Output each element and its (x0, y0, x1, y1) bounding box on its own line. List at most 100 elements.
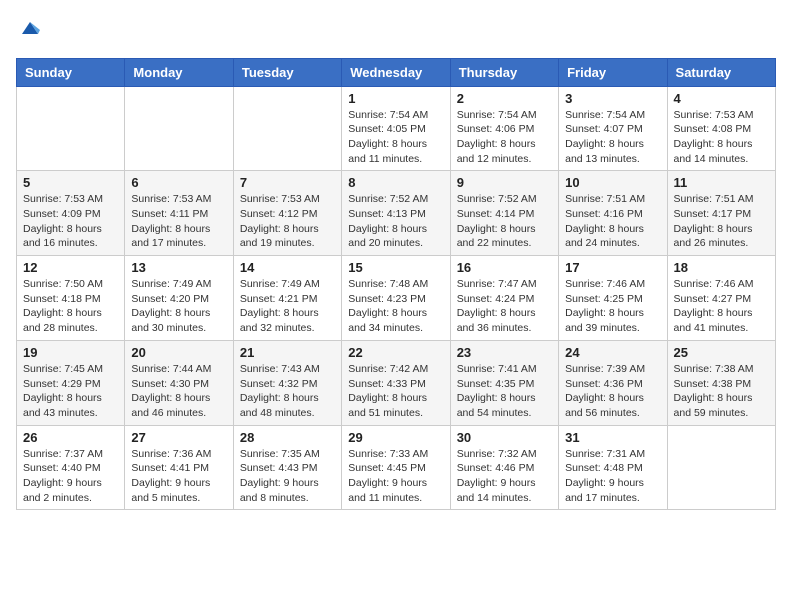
day-info: Sunrise: 7:41 AMSunset: 4:35 PMDaylight:… (457, 362, 552, 421)
day-number: 27 (131, 430, 226, 445)
calendar-day-cell: 18Sunrise: 7:46 AMSunset: 4:27 PMDayligh… (667, 256, 775, 341)
day-number: 22 (348, 345, 443, 360)
day-number: 29 (348, 430, 443, 445)
calendar-day-cell: 13 Sunrise: 7:49 AMSunset: 4:20 PMDayligh… (125, 256, 233, 341)
calendar-day-cell: 15Sunrise: 7:48 AMSunset: 4:23 PMDayligh… (342, 256, 450, 341)
day-info: Sunrise: 7:54 AMSunset: 4:07 PMDaylight:… (565, 108, 660, 167)
calendar-week-row: 1 Sunrise: 7:54 AMSunset: 4:05 PMDaylight… (17, 86, 776, 171)
day-number: 21 (240, 345, 335, 360)
calendar-day-cell: 8Sunrise: 7:52 AMSunset: 4:13 PMDaylight… (342, 171, 450, 256)
calendar-header-row: SundayMondayTuesdayWednesdayThursdayFrid… (17, 58, 776, 86)
day-info: Sunrise: 7:43 AMSunset: 4:32 PMDaylight:… (240, 362, 335, 421)
day-number: 12 (23, 260, 118, 275)
day-number: 4 (674, 91, 769, 106)
calendar-day-cell: 23 Sunrise: 7:41 AMSunset: 4:35 PMDayligh… (450, 340, 558, 425)
calendar-day-cell: 3 Sunrise: 7:54 AMSunset: 4:07 PMDaylight… (559, 86, 667, 171)
day-info: Sunrise: 7:46 AMSunset: 4:27 PMDaylight:… (674, 277, 769, 336)
day-number: 24 (565, 345, 660, 360)
day-number: 23 (457, 345, 552, 360)
day-info: Sunrise: 7:38 AMSunset: 4:38 PMDaylight:… (674, 362, 769, 421)
calendar-day-cell: 26 Sunrise: 7:37 AMSunset: 4:40 PMDayligh… (17, 425, 125, 510)
day-info: Sunrise: 7:36 AMSunset: 4:41 PMDaylight:… (131, 447, 226, 506)
calendar-day-cell: 16 Sunrise: 7:47 AMSunset: 4:24 PMDayligh… (450, 256, 558, 341)
day-number: 25 (674, 345, 769, 360)
day-number: 10 (565, 175, 660, 190)
day-info: Sunrise: 7:54 AMSunset: 4:06 PMDaylight:… (457, 108, 552, 167)
calendar-day-cell: 25 Sunrise: 7:38 AMSunset: 4:38 PMDayligh… (667, 340, 775, 425)
day-info: Sunrise: 7:31 AMSunset: 4:48 PMDaylight:… (565, 447, 660, 506)
day-number: 14 (240, 260, 335, 275)
day-number: 1 (348, 91, 443, 106)
day-info: Sunrise: 7:49 AMSunset: 4:20 PMDaylight:… (131, 277, 226, 336)
calendar-day-cell (17, 86, 125, 171)
day-info: Sunrise: 7:53 AMSunset: 4:11 PMDaylight:… (131, 192, 226, 251)
calendar-week-row: 12 Sunrise: 7:50 AMSunset: 4:18 PMDayligh… (17, 256, 776, 341)
calendar-week-row: 5Sunrise: 7:53 AMSunset: 4:09 PMDaylight… (17, 171, 776, 256)
day-info: Sunrise: 7:44 AMSunset: 4:30 PMDaylight:… (131, 362, 226, 421)
calendar-day-cell: 30 Sunrise: 7:32 AMSunset: 4:46 PMDayligh… (450, 425, 558, 510)
day-of-week-header: Wednesday (342, 58, 450, 86)
day-number: 11 (674, 175, 769, 190)
calendar-day-cell (667, 425, 775, 510)
calendar-day-cell: 19 Sunrise: 7:45 AMSunset: 4:29 PMDayligh… (17, 340, 125, 425)
day-info: Sunrise: 7:37 AMSunset: 4:40 PMDaylight:… (23, 447, 118, 506)
day-number: 3 (565, 91, 660, 106)
calendar-day-cell: 31 Sunrise: 7:31 AMSunset: 4:48 PMDayligh… (559, 425, 667, 510)
day-number: 13 (131, 260, 226, 275)
calendar-day-cell: 5Sunrise: 7:53 AMSunset: 4:09 PMDaylight… (17, 171, 125, 256)
day-of-week-header: Monday (125, 58, 233, 86)
day-number: 30 (457, 430, 552, 445)
day-number: 31 (565, 430, 660, 445)
logo (16, 16, 42, 46)
calendar-day-cell: 14 Sunrise: 7:49 AMSunset: 4:21 PMDayligh… (233, 256, 341, 341)
day-number: 7 (240, 175, 335, 190)
calendar-day-cell: 27 Sunrise: 7:36 AMSunset: 4:41 PMDayligh… (125, 425, 233, 510)
day-info: Sunrise: 7:51 AMSunset: 4:17 PMDaylight:… (674, 192, 769, 251)
calendar-table: SundayMondayTuesdayWednesdayThursdayFrid… (16, 58, 776, 511)
day-info: Sunrise: 7:49 AMSunset: 4:21 PMDaylight:… (240, 277, 335, 336)
calendar-day-cell: 21 Sunrise: 7:43 AMSunset: 4:32 PMDayligh… (233, 340, 341, 425)
calendar-day-cell: 10 Sunrise: 7:51 AMSunset: 4:16 PMDayligh… (559, 171, 667, 256)
calendar-day-cell: 9 Sunrise: 7:52 AMSunset: 4:14 PMDaylight… (450, 171, 558, 256)
day-info: Sunrise: 7:52 AMSunset: 4:14 PMDaylight:… (457, 192, 552, 251)
day-info: Sunrise: 7:45 AMSunset: 4:29 PMDaylight:… (23, 362, 118, 421)
day-of-week-header: Sunday (17, 58, 125, 86)
day-info: Sunrise: 7:53 AMSunset: 4:09 PMDaylight:… (23, 192, 118, 251)
day-info: Sunrise: 7:53 AMSunset: 4:12 PMDaylight:… (240, 192, 335, 251)
day-info: Sunrise: 7:32 AMSunset: 4:46 PMDaylight:… (457, 447, 552, 506)
day-of-week-header: Thursday (450, 58, 558, 86)
day-info: Sunrise: 7:47 AMSunset: 4:24 PMDaylight:… (457, 277, 552, 336)
day-info: Sunrise: 7:51 AMSunset: 4:16 PMDaylight:… (565, 192, 660, 251)
day-number: 6 (131, 175, 226, 190)
calendar-day-cell (233, 86, 341, 171)
day-of-week-header: Tuesday (233, 58, 341, 86)
day-number: 20 (131, 345, 226, 360)
calendar-day-cell: 24 Sunrise: 7:39 AMSunset: 4:36 PMDayligh… (559, 340, 667, 425)
calendar-day-cell: 17Sunrise: 7:46 AMSunset: 4:25 PMDayligh… (559, 256, 667, 341)
calendar-day-cell: 22 Sunrise: 7:42 AMSunset: 4:33 PMDayligh… (342, 340, 450, 425)
calendar-day-cell: 7 Sunrise: 7:53 AMSunset: 4:12 PMDaylight… (233, 171, 341, 256)
calendar-day-cell: 1 Sunrise: 7:54 AMSunset: 4:05 PMDaylight… (342, 86, 450, 171)
day-info: Sunrise: 7:46 AMSunset: 4:25 PMDaylight:… (565, 277, 660, 336)
day-number: 16 (457, 260, 552, 275)
day-number: 15 (348, 260, 443, 275)
day-number: 28 (240, 430, 335, 445)
day-number: 8 (348, 175, 443, 190)
day-number: 19 (23, 345, 118, 360)
calendar-day-cell (125, 86, 233, 171)
day-number: 2 (457, 91, 552, 106)
day-info: Sunrise: 7:53 AMSunset: 4:08 PMDaylight:… (674, 108, 769, 167)
calendar-day-cell: 20 Sunrise: 7:44 AMSunset: 4:30 PMDayligh… (125, 340, 233, 425)
day-info: Sunrise: 7:39 AMSunset: 4:36 PMDaylight:… (565, 362, 660, 421)
calendar-week-row: 26 Sunrise: 7:37 AMSunset: 4:40 PMDayligh… (17, 425, 776, 510)
day-info: Sunrise: 7:50 AMSunset: 4:18 PMDaylight:… (23, 277, 118, 336)
day-info: Sunrise: 7:42 AMSunset: 4:33 PMDaylight:… (348, 362, 443, 421)
logo-icon (18, 16, 42, 40)
calendar-day-cell: 12 Sunrise: 7:50 AMSunset: 4:18 PMDayligh… (17, 256, 125, 341)
day-info: Sunrise: 7:33 AMSunset: 4:45 PMDaylight:… (348, 447, 443, 506)
day-number: 26 (23, 430, 118, 445)
calendar-day-cell: 4 Sunrise: 7:53 AMSunset: 4:08 PMDaylight… (667, 86, 775, 171)
day-number: 9 (457, 175, 552, 190)
calendar-day-cell: 6 Sunrise: 7:53 AMSunset: 4:11 PMDaylight… (125, 171, 233, 256)
day-info: Sunrise: 7:54 AMSunset: 4:05 PMDaylight:… (348, 108, 443, 167)
